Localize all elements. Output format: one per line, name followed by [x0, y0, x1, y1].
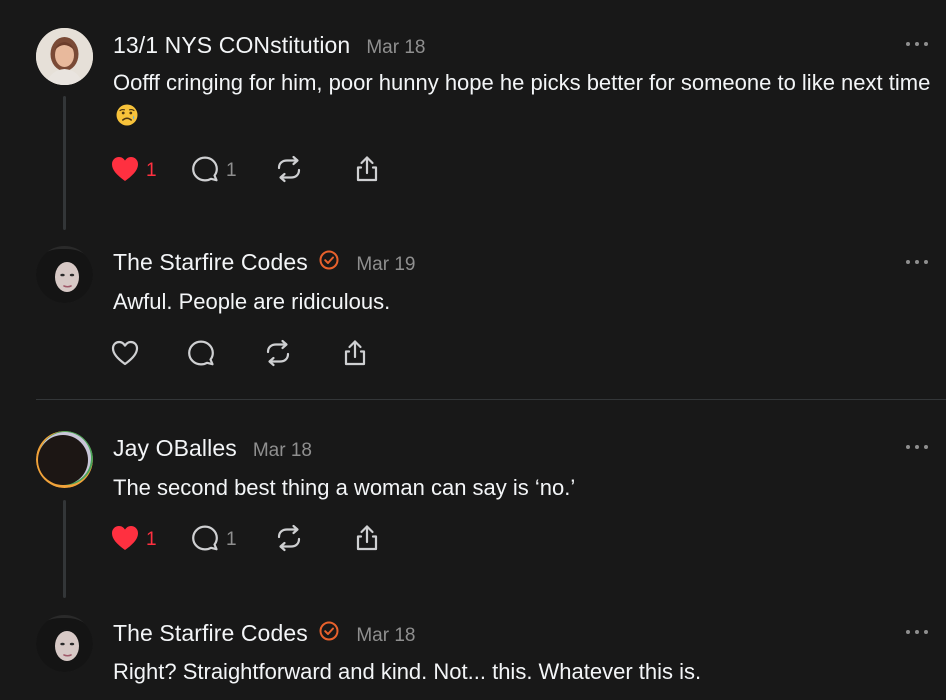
repost-icon [263, 338, 293, 373]
repost-icon [274, 154, 304, 189]
reply-button[interactable]: 1 [190, 154, 274, 189]
reply-button[interactable]: 1 [190, 523, 274, 558]
share-button[interactable] [352, 154, 382, 189]
post-text: Right? Straightforward and kind. Not... … [113, 659, 702, 684]
post-text: Awful. People are ridiculous. [113, 289, 391, 314]
post-header: The Starfire Codes Mar 19 [113, 249, 415, 277]
share-icon [352, 523, 382, 558]
post-actions [110, 339, 370, 371]
thread-reply: The Starfire Codes Mar 18 Right? Straigh… [0, 606, 946, 700]
thread-post: 13/1 NYS CONstitution Mar 18 Oofff cring… [0, 0, 946, 240]
post-header: 13/1 NYS CONstitution Mar 18 [113, 32, 425, 59]
thread-post: Jay OBalles Mar 18 The second best thing… [0, 400, 946, 606]
thread-reply: The Starfire Codes Mar 19 Awful. People … [0, 240, 946, 399]
post-text: Oofff cringing for him, poor hunny hope … [113, 66, 933, 136]
reply-count: 1 [226, 529, 237, 550]
repost-button[interactable] [274, 523, 352, 558]
heart-filled-icon [110, 524, 140, 557]
heart-outline-icon [110, 339, 140, 372]
share-icon [352, 154, 382, 189]
like-button[interactable]: 1 [110, 524, 190, 557]
heart-filled-icon [110, 155, 140, 188]
share-button[interactable] [340, 338, 370, 373]
author-name[interactable]: The Starfire Codes [113, 249, 340, 277]
like-count: 1 [146, 529, 157, 550]
author-name[interactable]: The Starfire Codes [113, 620, 340, 648]
reply-count: 1 [226, 160, 237, 181]
author-name-text: The Starfire Codes [113, 620, 308, 646]
like-button[interactable]: 1 [110, 155, 190, 188]
comment-icon [190, 154, 220, 189]
thread-line [63, 96, 66, 230]
author-name-text: The Starfire Codes [113, 249, 308, 275]
post-date[interactable]: Mar 18 [356, 625, 415, 647]
avatar[interactable] [36, 615, 93, 672]
more-options-button[interactable] [906, 41, 928, 47]
post-actions: 1 1 [110, 524, 382, 556]
share-icon [340, 338, 370, 373]
author-name[interactable]: 13/1 NYS CONstitution [113, 32, 350, 59]
post-text-content: Oofff cringing for him, poor hunny hope … [113, 70, 931, 95]
avatar[interactable] [36, 431, 93, 488]
repost-icon [274, 523, 304, 558]
sad-face-emoji [115, 103, 139, 136]
post-header: Jay OBalles Mar 18 [113, 435, 312, 462]
verified-badge-icon [318, 620, 340, 648]
avatar[interactable] [36, 246, 93, 303]
repost-button[interactable] [263, 338, 340, 373]
repost-button[interactable] [274, 154, 352, 189]
thread-line [63, 500, 66, 598]
reply-button[interactable] [186, 338, 263, 373]
post-date[interactable]: Mar 19 [356, 254, 415, 276]
share-button[interactable] [352, 523, 382, 558]
avatar[interactable] [36, 28, 93, 85]
post-date[interactable]: Mar 18 [366, 37, 425, 59]
more-options-button[interactable] [906, 444, 928, 450]
verified-badge-icon [318, 249, 340, 277]
post-date[interactable]: Mar 18 [253, 440, 312, 462]
post-actions: 1 1 [110, 155, 382, 187]
post-header: The Starfire Codes Mar 18 [113, 620, 415, 648]
like-count: 1 [146, 160, 157, 181]
post-text: The second best thing a woman can say is… [113, 475, 576, 500]
more-options-button[interactable] [906, 259, 928, 265]
more-options-button[interactable] [906, 629, 928, 635]
comment-icon [186, 338, 216, 373]
author-name[interactable]: Jay OBalles [113, 435, 237, 462]
comment-icon [190, 523, 220, 558]
like-button[interactable] [110, 339, 186, 372]
